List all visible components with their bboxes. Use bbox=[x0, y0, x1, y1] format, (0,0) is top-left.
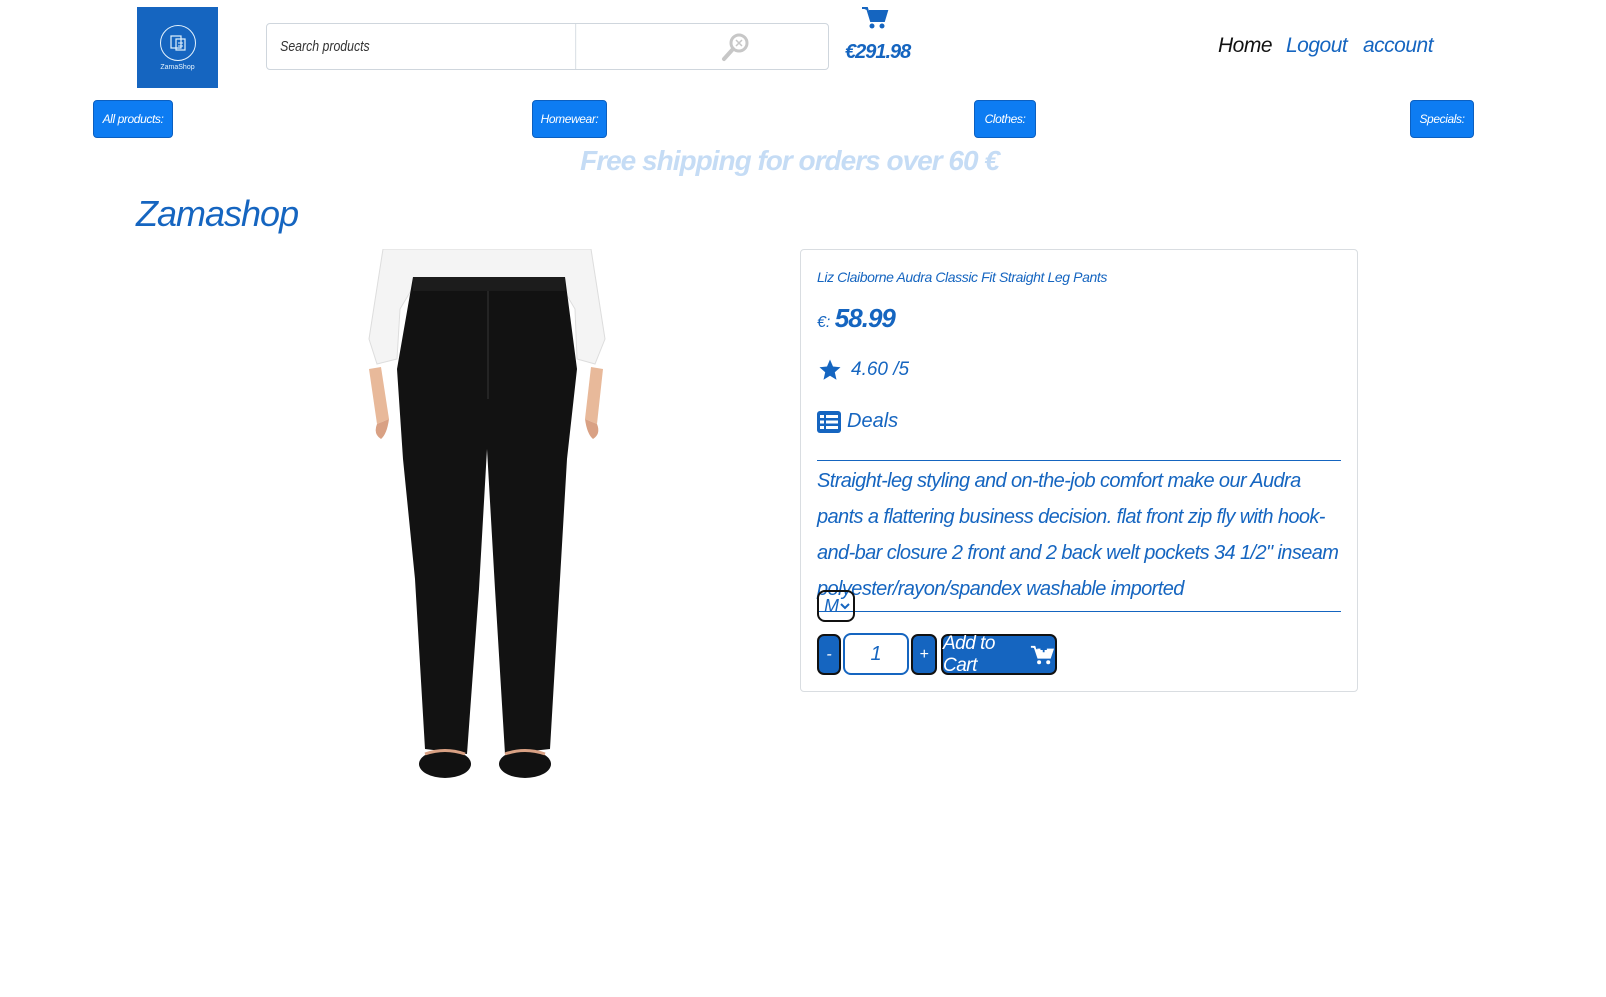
size-select[interactable]: M bbox=[817, 590, 855, 622]
increase-quantity-button[interactable]: + bbox=[911, 634, 937, 675]
quantity-input[interactable]: 1 bbox=[843, 633, 909, 675]
product-description: Straight-leg styling and on-the-job comf… bbox=[817, 460, 1341, 612]
product-rating: 4.60 /5 bbox=[817, 358, 909, 382]
search-input[interactable] bbox=[267, 24, 577, 69]
logo-mark-icon bbox=[159, 24, 196, 61]
add-to-cart-button[interactable]: Add to Cart bbox=[941, 632, 1057, 676]
price-value: 58.99 bbox=[834, 303, 896, 333]
category-all-products[interactable]: All products: bbox=[93, 100, 173, 138]
product-tag[interactable]: Deals bbox=[817, 410, 898, 433]
decrease-quantity-button[interactable]: - bbox=[817, 634, 841, 675]
product-image bbox=[355, 248, 615, 799]
search-button[interactable] bbox=[644, 24, 828, 69]
nav-logout-link[interactable]: Logout bbox=[1286, 34, 1348, 58]
logo[interactable]: ZamaShop bbox=[137, 7, 218, 88]
nav-account-link[interactable]: account bbox=[1363, 34, 1434, 58]
currency-label: €: bbox=[817, 314, 831, 331]
cart-total: €291.98 bbox=[845, 41, 911, 63]
free-shipping-banner: Free shipping for orders over 60 € bbox=[580, 145, 1000, 176]
category-clothes[interactable]: Clothes: bbox=[974, 100, 1036, 138]
chevron-down-icon bbox=[840, 603, 850, 610]
search-bar bbox=[266, 23, 829, 70]
category-specials[interactable]: Specials: bbox=[1410, 100, 1474, 138]
product-name: Liz Claiborne Audra Classic Fit Straight… bbox=[817, 269, 1107, 285]
rating-value: 4.60 /5 bbox=[851, 359, 910, 380]
tag-label: Deals bbox=[847, 410, 899, 432]
page-title: Zamashop bbox=[136, 193, 299, 234]
cart-icon bbox=[862, 7, 889, 29]
cart-plus-icon bbox=[1030, 645, 1054, 664]
size-value: M bbox=[824, 595, 839, 616]
list-icon bbox=[817, 410, 841, 433]
product-price: €: 58.99 bbox=[817, 303, 896, 334]
nav-home-link[interactable]: Home bbox=[1218, 34, 1273, 58]
star-icon bbox=[819, 359, 841, 380]
add-to-cart-label: Add to Cart bbox=[943, 632, 995, 676]
cart[interactable]: €291.98 bbox=[845, 6, 911, 64]
category-homewear[interactable]: Homewear: bbox=[532, 100, 607, 138]
search-icon bbox=[722, 33, 749, 61]
logo-text: ZamaShop bbox=[160, 63, 195, 71]
